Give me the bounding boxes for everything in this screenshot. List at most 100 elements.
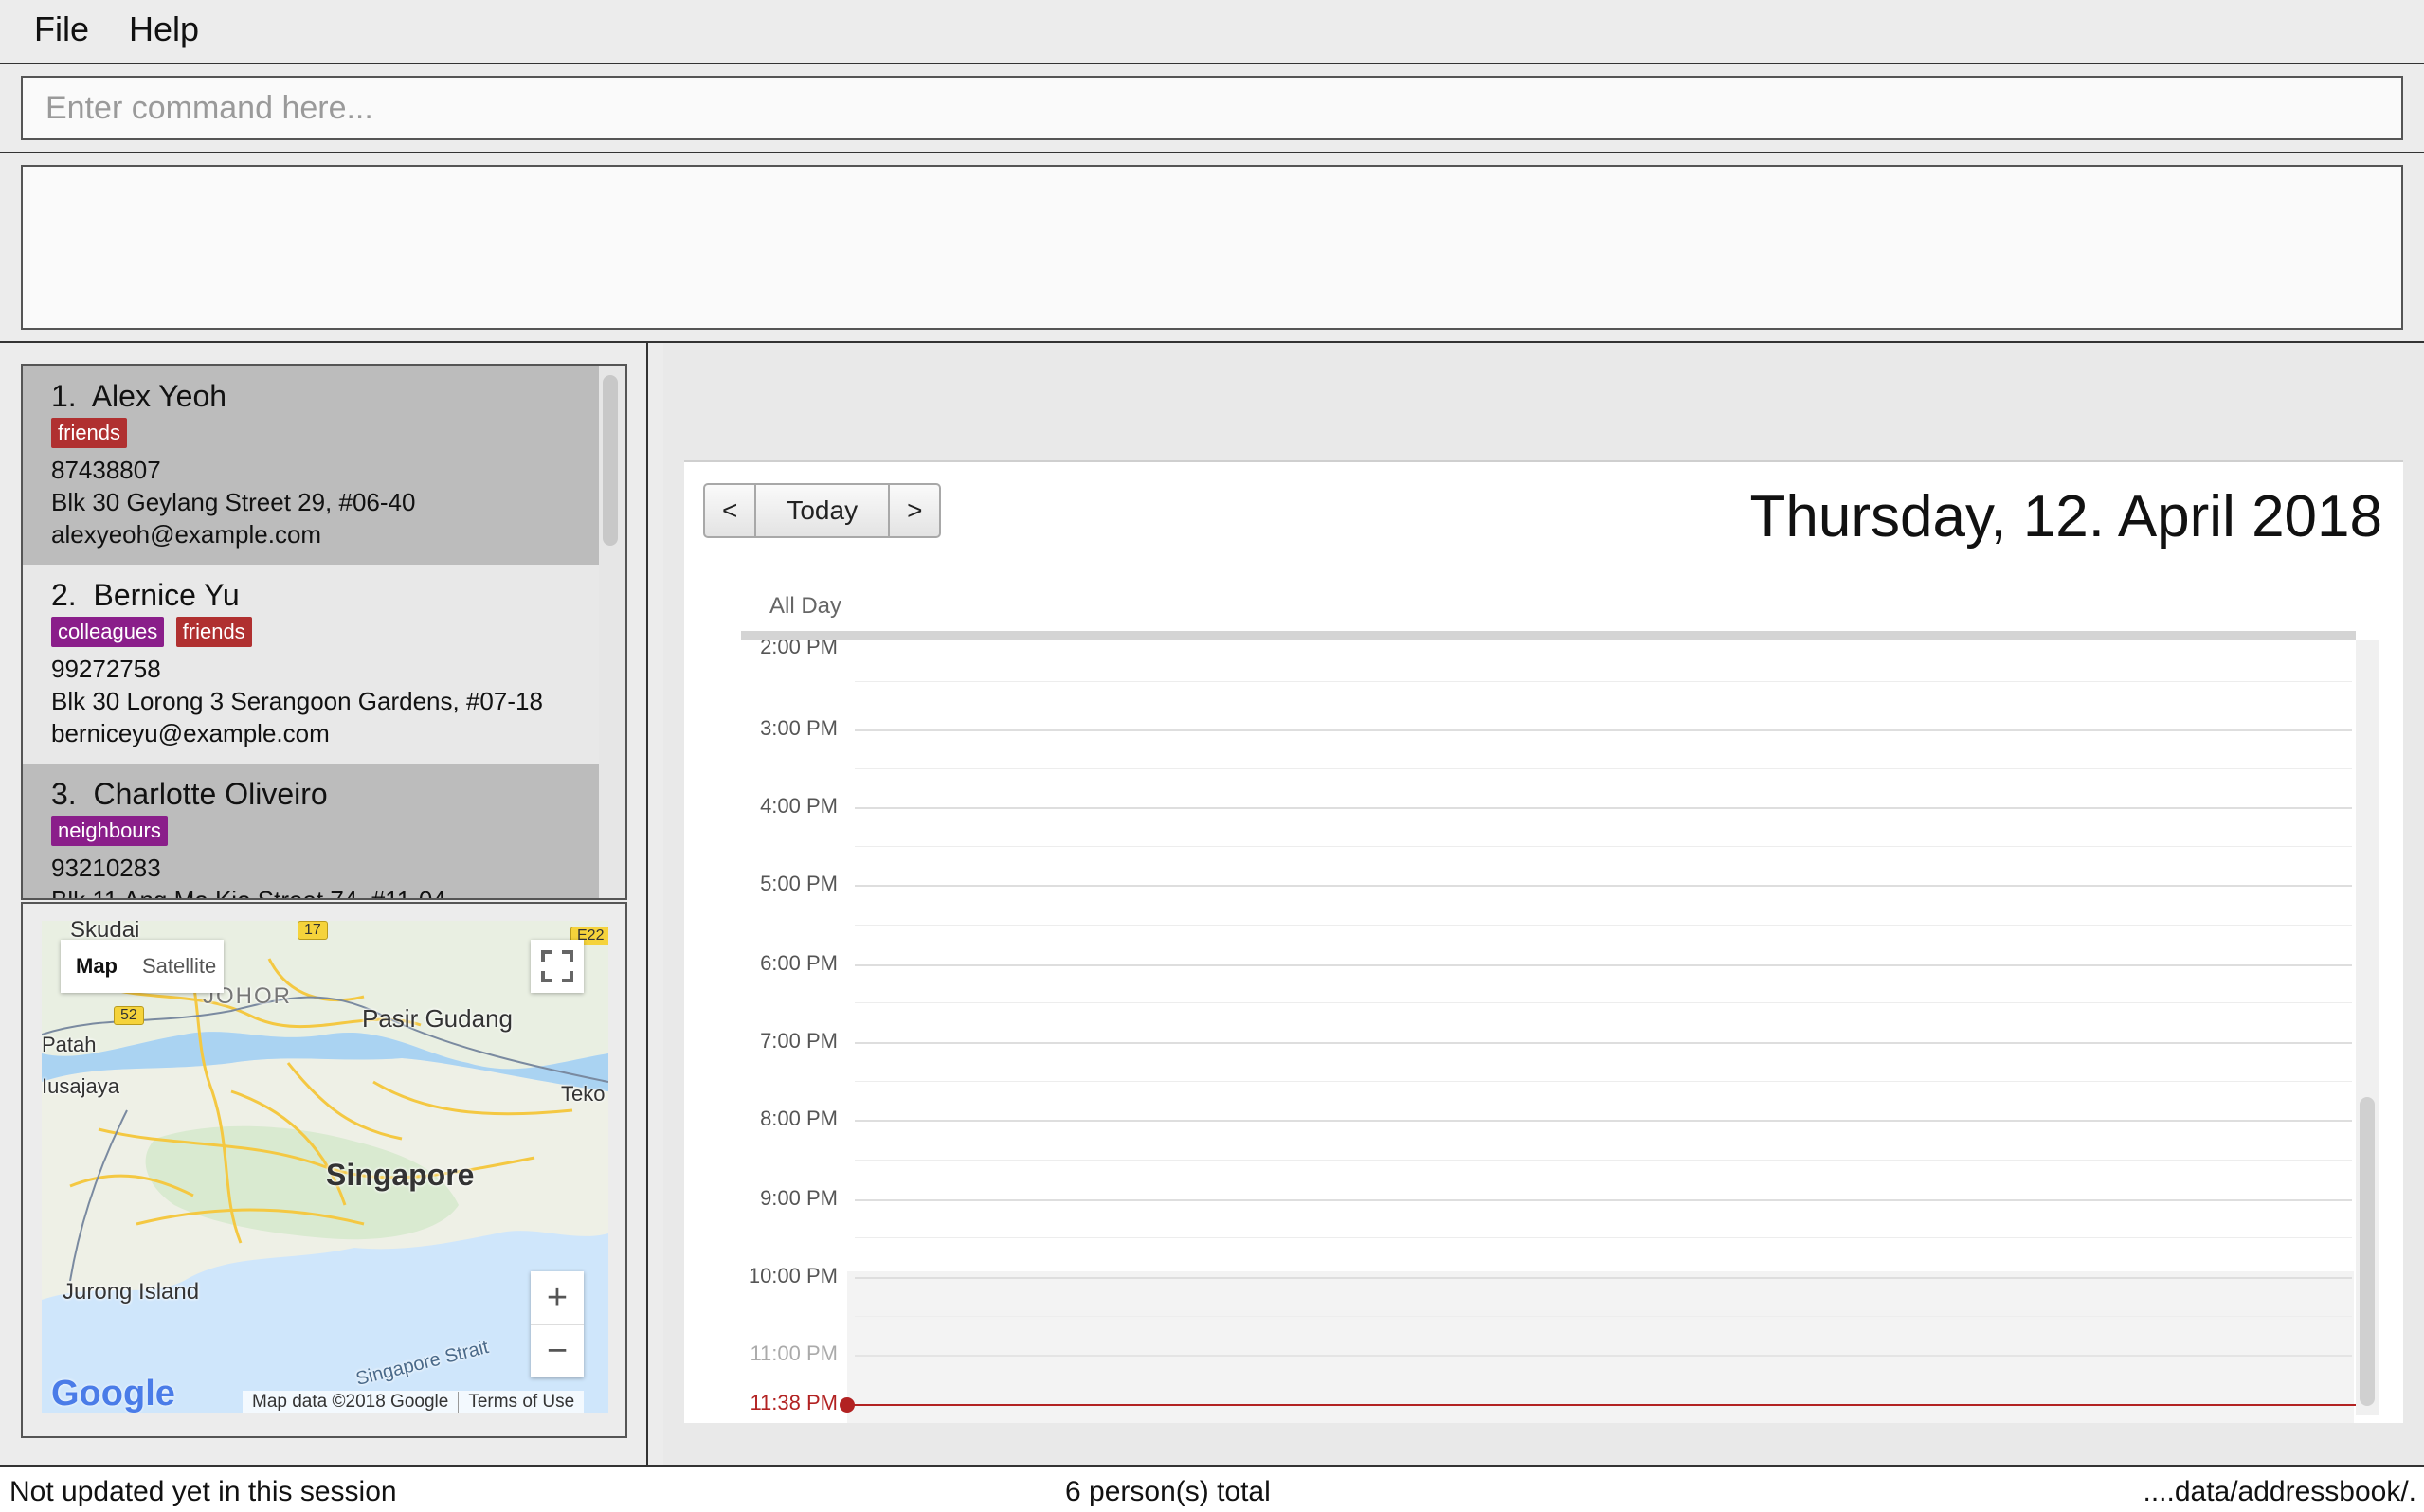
person-name: 1. Alex Yeoh — [51, 379, 570, 414]
terms-of-use-link[interactable]: Terms of Use — [458, 1392, 584, 1413]
hour-line — [855, 964, 2352, 966]
hour-label: 4:00 PM — [760, 794, 838, 818]
person-address: Blk 11 Ang Mo Kio Street 74, #11-04 — [51, 886, 446, 900]
hour-line — [855, 807, 2352, 809]
road-badge-52: 52 — [114, 1006, 144, 1025]
hour-label: 10:00 PM — [748, 1264, 838, 1287]
left-panel: 1. Alex Yeoh friends 87438807 Blk 30 Gey… — [0, 343, 648, 1465]
map-label-jurong-island: Jurong Island — [63, 1279, 200, 1305]
tag-neighbours: neighbours — [51, 816, 168, 846]
person-name-text: Charlotte Oliveiro — [93, 777, 328, 811]
map-label-teko: Teko — [561, 1082, 606, 1106]
command-box-area — [0, 63, 2424, 153]
person-index: 2. — [51, 578, 77, 612]
person-phone: 93210283 — [51, 854, 161, 882]
day-timeline[interactable]: 2:00 PM 3:00 PM 4:00 PM 5:00 PM 6:00 PM … — [684, 640, 2403, 1423]
today-button[interactable]: Today — [754, 485, 888, 536]
sync-status: Not updated yet in this session — [9, 1476, 397, 1507]
hour-label: 9:00 PM — [760, 1186, 838, 1210]
person-email: alexyeoh@example.com — [51, 520, 322, 549]
tag-list: friends — [51, 418, 570, 452]
hour-label: 7:00 PM — [760, 1029, 838, 1053]
person-address: Blk 30 Geylang Street 29, #06-40 — [51, 488, 416, 516]
person-count: 6 person(s) total — [1065, 1476, 1271, 1507]
map-attribution: Map data ©2018 Google — [252, 1392, 449, 1412]
hour-line — [855, 1277, 2352, 1279]
current-time-label: 11:38 PM — [750, 1391, 838, 1414]
hour-line — [855, 1042, 2352, 1044]
person-card[interactable]: 2. Bernice Yu colleagues friends 9927275… — [23, 565, 599, 764]
person-phone: 87438807 — [51, 456, 161, 484]
half-hour-line — [855, 846, 2352, 847]
all-day-label: All Day — [769, 593, 842, 619]
menu-file[interactable]: File — [28, 9, 95, 49]
hour-label: 3:00 PM — [760, 716, 838, 740]
tag-list: neighbours — [51, 816, 570, 850]
tag-friends: friends — [175, 617, 252, 647]
hour-line — [855, 729, 2352, 731]
google-logo: Google — [51, 1374, 175, 1413]
half-hour-line — [855, 1002, 2352, 1003]
road-badge-17: 17 — [298, 921, 328, 940]
person-card[interactable]: 1. Alex Yeoh friends 87438807 Blk 30 Gey… — [23, 366, 599, 565]
command-input[interactable] — [21, 76, 2403, 140]
person-name-text: Alex Yeoh — [91, 379, 227, 413]
half-hour-line — [855, 1160, 2352, 1161]
zoom-control: + − — [531, 1271, 584, 1377]
list-scrollbar[interactable] — [603, 375, 618, 546]
map-label-pasir-gudang: Pasir Gudang — [362, 1004, 513, 1033]
menu-help[interactable]: Help — [123, 9, 205, 49]
hour-label: 11:00 PM — [750, 1341, 838, 1365]
person-index: 3. — [51, 777, 77, 811]
half-hour-line — [855, 681, 2352, 682]
person-email: berniceyu@example.com — [51, 719, 330, 747]
calendar-nav: < Today > — [703, 483, 942, 538]
map-attribution-bar: Map data ©2018 Google Terms of Use — [243, 1391, 585, 1413]
person-name-text: Bernice Yu — [93, 578, 240, 612]
past-time-shade — [847, 1271, 2354, 1423]
map-label-singapore: Singapore — [326, 1158, 475, 1192]
calendar-scrollbar-thumb[interactable] — [2360, 1097, 2375, 1406]
person-phone: 99272758 — [51, 655, 161, 683]
half-hour-line — [855, 1081, 2352, 1082]
hour-label: 2:00 PM — [760, 640, 838, 658]
person-name: 3. Charlotte Oliveiro — [51, 777, 570, 812]
map-label-iusajaya: Iusajaya — [42, 1074, 119, 1098]
result-area — [0, 153, 2424, 343]
zoom-in-button[interactable]: + — [531, 1271, 584, 1325]
zoom-out-button[interactable]: − — [531, 1325, 584, 1377]
map-type-control: Map Satellite — [61, 940, 224, 993]
right-panel: < Today > Thursday, 12. April 2018 All D… — [663, 343, 2424, 1465]
all-day-row[interactable] — [741, 631, 2356, 640]
hour-line — [855, 1199, 2352, 1201]
hour-line — [855, 1355, 2352, 1357]
half-hour-line — [855, 925, 2352, 926]
person-address: Blk 30 Lorong 3 Serangoon Gardens, #07-1… — [51, 687, 543, 715]
fullscreen-button[interactable] — [531, 940, 584, 993]
map-type-map-button[interactable]: Map — [61, 954, 133, 979]
current-time-line — [845, 1404, 2358, 1406]
map-view[interactable]: Skudai JOHOR Pasir Gudang Patah Iusajaya… — [42, 921, 608, 1413]
map-type-satellite-button[interactable]: Satellite — [133, 954, 226, 979]
map-panel: Skudai JOHOR Pasir Gudang Patah Iusajaya… — [21, 902, 627, 1438]
map-label-patah: Patah — [42, 1033, 97, 1056]
next-day-button[interactable]: > — [888, 485, 939, 536]
tag-colleagues: colleagues — [51, 617, 165, 647]
person-card[interactable]: 3. Charlotte Oliveiro neighbours 9321028… — [23, 764, 599, 900]
person-name: 2. Bernice Yu — [51, 578, 570, 613]
hour-label: 6:00 PM — [760, 951, 838, 975]
result-display[interactable] — [21, 165, 2403, 330]
hour-label: 8:00 PM — [760, 1107, 838, 1130]
half-hour-line — [855, 768, 2352, 769]
half-hour-line — [855, 1316, 2352, 1317]
status-bar: Not updated yet in this session 6 person… — [0, 1465, 2424, 1512]
calendar-date-title: Thursday, 12. April 2018 — [1749, 484, 2382, 549]
save-location: ....data/addressbook/. — [2143, 1476, 2416, 1507]
person-list[interactable]: 1. Alex Yeoh friends 87438807 Blk 30 Gey… — [21, 364, 627, 900]
calendar-view: < Today > Thursday, 12. April 2018 All D… — [684, 460, 2403, 1423]
tag-list: colleagues friends — [51, 617, 570, 651]
previous-day-button[interactable]: < — [705, 485, 754, 536]
menu-bar: File Help — [0, 0, 2424, 63]
hour-line — [855, 885, 2352, 887]
current-time-marker — [840, 1397, 855, 1413]
